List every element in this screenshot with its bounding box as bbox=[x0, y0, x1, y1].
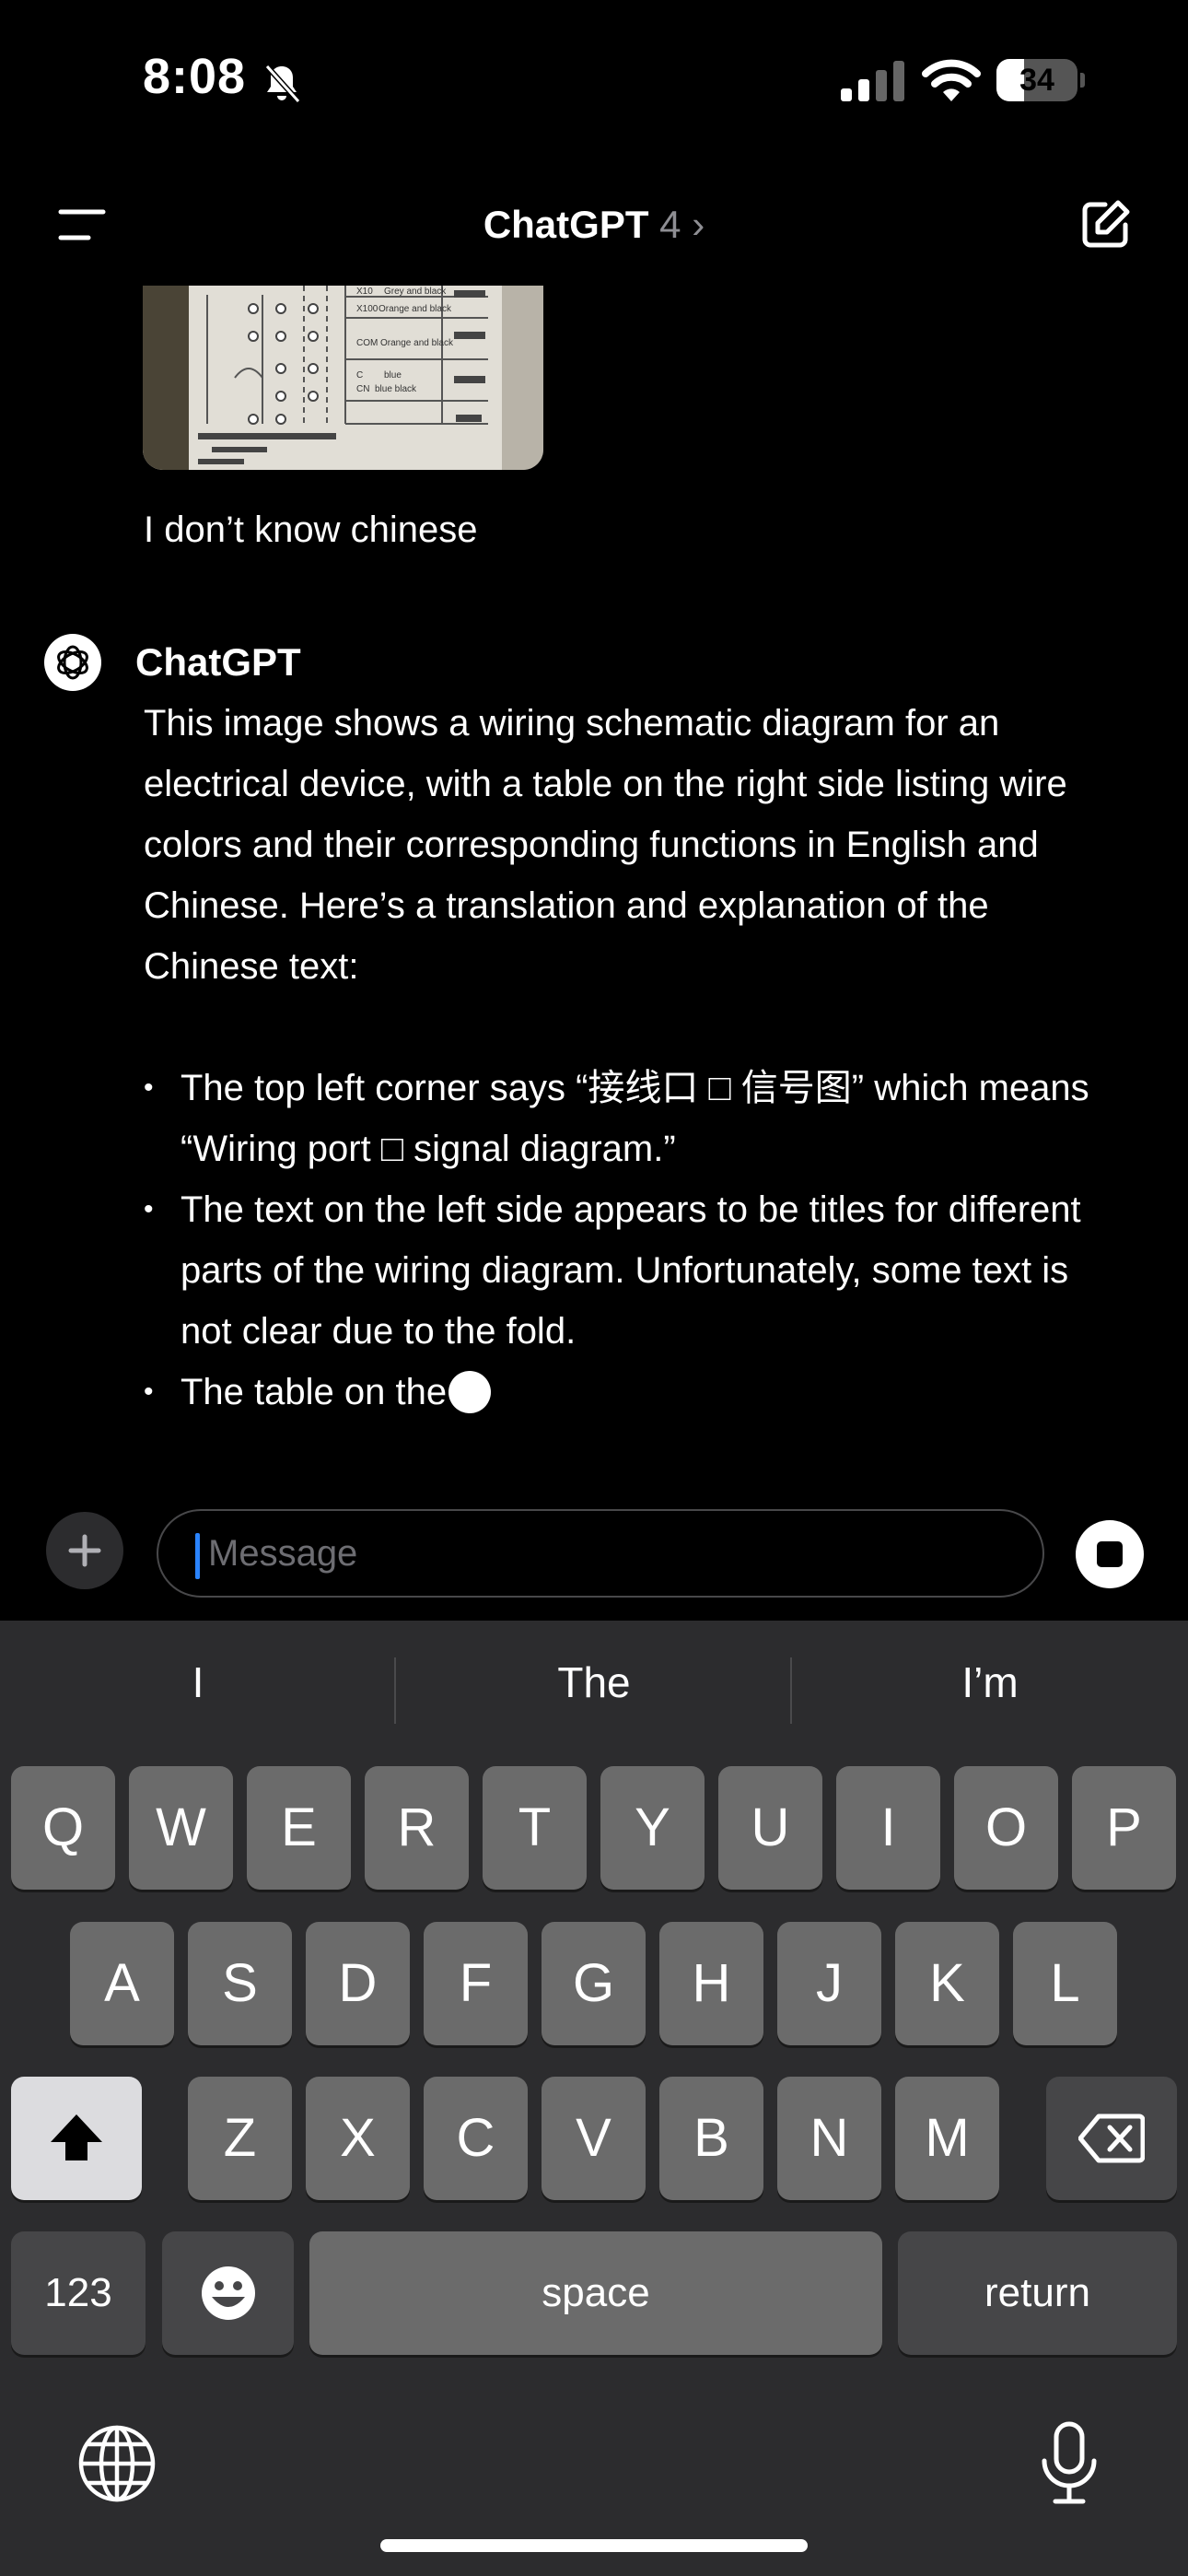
svg-text:COM: COM bbox=[356, 338, 378, 348]
key-w[interactable]: W bbox=[129, 1766, 233, 1890]
microphone-icon[interactable] bbox=[1039, 2420, 1100, 2507]
text-cursor bbox=[195, 1533, 200, 1579]
key-c[interactable]: C bbox=[424, 2077, 528, 2200]
status-bar: 8:08 34 bbox=[0, 0, 1188, 157]
key-n[interactable]: N bbox=[777, 2077, 881, 2200]
svg-text:CN: CN bbox=[356, 384, 369, 394]
compose-icon[interactable] bbox=[1077, 197, 1133, 252]
chevron-right-icon: › bbox=[692, 203, 705, 246]
key-r[interactable]: R bbox=[365, 1766, 469, 1890]
attach-button[interactable] bbox=[46, 1512, 123, 1589]
battery-indicator: 34 bbox=[996, 59, 1085, 101]
list-item: The top left corner says “接线口 □ 信号图” whi… bbox=[144, 1058, 1120, 1179]
backspace-icon bbox=[1077, 2113, 1146, 2163]
assistant-name: ChatGPT bbox=[135, 640, 301, 684]
key-a[interactable]: A bbox=[70, 1922, 174, 2045]
key-d[interactable]: D bbox=[306, 1922, 410, 2045]
key-o[interactable]: O bbox=[954, 1766, 1058, 1890]
svg-text:blue: blue bbox=[384, 370, 402, 381]
stop-icon bbox=[1097, 1541, 1123, 1567]
return-key[interactable]: return bbox=[898, 2231, 1177, 2355]
signal-icon bbox=[841, 61, 904, 101]
message-input[interactable]: Message bbox=[157, 1509, 1044, 1598]
suggestion-3[interactable]: I’m bbox=[792, 1657, 1188, 1707]
space-key[interactable]: space bbox=[309, 2231, 882, 2355]
svg-text:C: C bbox=[356, 370, 363, 381]
key-j[interactable]: J bbox=[777, 1922, 881, 2045]
model-version: 4 bbox=[659, 203, 681, 246]
message-placeholder: Message bbox=[208, 1533, 358, 1574]
list-item: The text on the left side appears to be … bbox=[144, 1179, 1120, 1362]
key-s[interactable]: S bbox=[188, 1922, 292, 2045]
key-m[interactable]: M bbox=[895, 2077, 999, 2200]
assistant-message: This image shows a wiring schematic diag… bbox=[144, 693, 1120, 1423]
chatgpt-logo-icon bbox=[44, 634, 101, 691]
svg-text:X100: X100 bbox=[356, 304, 379, 314]
bell-slash-icon bbox=[264, 64, 301, 104]
user-message: I don’t know chinese bbox=[144, 509, 478, 550]
emoji-key[interactable] bbox=[162, 2231, 294, 2355]
globe-icon[interactable] bbox=[76, 2422, 158, 2505]
shift-icon bbox=[51, 2114, 102, 2160]
shift-key[interactable] bbox=[11, 2077, 142, 2200]
plus-icon bbox=[68, 1534, 101, 1567]
svg-text:Grey and black: Grey and black bbox=[384, 287, 447, 297]
svg-text:Orange and black: Orange and black bbox=[379, 304, 452, 314]
nav-bar: ChatGPT 4 › bbox=[0, 175, 1188, 276]
key-k[interactable]: K bbox=[895, 1922, 999, 2045]
numbers-key[interactable]: 123 bbox=[11, 2231, 146, 2355]
key-l[interactable]: L bbox=[1013, 1922, 1117, 2045]
keyboard: I The I’m QWERTYUIOPASDFGHJKLZXCVBNM 123… bbox=[0, 1621, 1188, 2576]
key-v[interactable]: V bbox=[542, 2077, 646, 2200]
svg-text:X10: X10 bbox=[356, 287, 373, 297]
key-p[interactable]: P bbox=[1072, 1766, 1176, 1890]
key-i[interactable]: I bbox=[836, 1766, 940, 1890]
svg-text:Orange and black: Orange and black bbox=[380, 338, 454, 348]
stop-generating-button[interactable] bbox=[1076, 1520, 1144, 1588]
key-b[interactable]: B bbox=[659, 2077, 763, 2200]
list-item: The table on the bbox=[144, 1362, 1120, 1423]
key-t[interactable]: T bbox=[483, 1766, 587, 1890]
model-selector[interactable]: ChatGPT 4 › bbox=[0, 203, 1188, 247]
key-h[interactable]: H bbox=[659, 1922, 763, 2045]
suggestion-2[interactable]: The bbox=[396, 1657, 792, 1707]
key-u[interactable]: U bbox=[718, 1766, 822, 1890]
key-y[interactable]: Y bbox=[600, 1766, 705, 1890]
battery-percentage: 34 bbox=[1019, 63, 1054, 98]
wifi-icon bbox=[922, 59, 981, 101]
typing-indicator bbox=[448, 1371, 492, 1413]
key-z[interactable]: Z bbox=[188, 2077, 292, 2200]
key-e[interactable]: E bbox=[247, 1766, 351, 1890]
key-x[interactable]: X bbox=[306, 2077, 410, 2200]
bullet-list: The top left corner says “接线口 □ 信号图” whi… bbox=[144, 1058, 1120, 1423]
svg-text:blue black: blue black bbox=[375, 384, 417, 394]
key-q[interactable]: Q bbox=[11, 1766, 115, 1890]
uploaded-image[interactable]: X10 Grey and black X100 Orange and black… bbox=[143, 286, 543, 470]
emoji-icon bbox=[201, 2266, 255, 2320]
suggestion-1[interactable]: I bbox=[0, 1657, 396, 1707]
app-title: ChatGPT bbox=[483, 203, 649, 246]
key-g[interactable]: G bbox=[542, 1922, 646, 2045]
status-time: 8:08 bbox=[143, 49, 247, 104]
home-indicator[interactable] bbox=[380, 2539, 808, 2552]
delete-key[interactable] bbox=[1046, 2077, 1177, 2200]
wiring-diagram-photo: X10 Grey and black X100 Orange and black… bbox=[143, 286, 543, 470]
key-f[interactable]: F bbox=[424, 1922, 528, 2045]
assistant-intro: This image shows a wiring schematic diag… bbox=[144, 703, 1067, 987]
